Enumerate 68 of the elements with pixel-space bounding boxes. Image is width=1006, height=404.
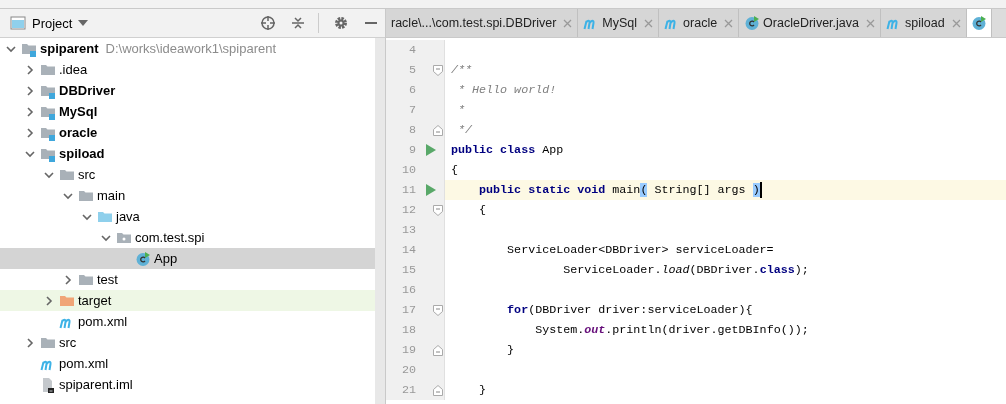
panel-icon — [10, 15, 26, 31]
code-text: /** — [451, 62, 473, 78]
tree-item[interactable]: MySql — [0, 101, 375, 122]
line-number: 21 — [386, 380, 420, 400]
tree-item[interactable]: test — [0, 269, 375, 290]
scrollbar[interactable] — [375, 38, 385, 404]
settings-icon[interactable] — [333, 15, 349, 31]
code-text: for(DBDriver driver:serviceLoader){ — [506, 302, 753, 318]
path-note: D:\works\ideawork1\spiparent — [105, 41, 277, 56]
line-number: 12 — [386, 200, 420, 220]
editor-tab[interactable] — [966, 9, 992, 37]
class-icon — [135, 250, 151, 267]
tree-item[interactable]: DBDriver — [0, 80, 375, 101]
tree-item[interactable]: pom.xml — [0, 311, 375, 332]
run-icon[interactable] — [426, 184, 436, 196]
code-text: { — [451, 162, 458, 178]
code-text: public static void main( String[] args ) — [478, 182, 760, 198]
code-text: ServiceLoader.load(DBDriver.class); — [562, 262, 809, 278]
line-number: 5 — [386, 60, 420, 80]
tree-item[interactable]: src — [0, 164, 375, 185]
panel-title[interactable]: Project — [32, 15, 73, 31]
tree-item[interactable]: spiparent.iml — [0, 374, 375, 395]
code-text: ServiceLoader<DBDriver> serviceLoader= — [506, 242, 774, 258]
code-text: System.out.println(driver.getDBInfo()); — [534, 322, 809, 338]
code-text: } — [478, 382, 487, 398]
line-number: 7 — [386, 100, 420, 120]
tree-item[interactable]: .idea — [0, 59, 375, 80]
line-number: 18 — [386, 320, 420, 340]
code-text: * Hello world! — [457, 82, 557, 98]
editor-tab[interactable]: MySql — [578, 9, 660, 37]
line-number: 14 — [386, 240, 420, 260]
editor-tab[interactable]: racle\...\com.test.spi.DBDriver — [386, 9, 579, 37]
editor-tab[interactable]: spiload — [881, 9, 967, 37]
tree-item[interactable]: target — [0, 290, 375, 311]
line-number: 10 — [386, 160, 420, 180]
tree-item[interactable]: main — [0, 185, 375, 206]
tree-item[interactable]: spiload — [0, 143, 375, 164]
line-number: 19 — [386, 340, 420, 360]
line-number: 9 — [386, 140, 420, 160]
code-text: public class App — [451, 142, 564, 158]
class-icon — [744, 15, 761, 31]
code-text: * — [457, 102, 466, 118]
tree-item[interactable]: java — [0, 206, 375, 227]
class-icon — [970, 15, 987, 31]
crosshair-icon[interactable] — [260, 15, 276, 31]
run-icon[interactable] — [426, 144, 436, 156]
line-number: 13 — [386, 220, 420, 240]
tree-item[interactable]: pom.xml — [0, 353, 375, 374]
editor-tab[interactable]: OracleDriver.java — [739, 9, 881, 37]
line-number: 16 — [386, 280, 420, 300]
line-number: 8 — [386, 120, 420, 140]
tree-item[interactable]: spiparent D:\works\ideawork1\spiparent — [0, 38, 375, 59]
code-text: */ — [457, 122, 473, 138]
collapse-icon[interactable] — [290, 15, 306, 31]
line-number: 17 — [386, 300, 420, 320]
code-text: { — [478, 202, 487, 218]
tree-item[interactable]: com.test.spi — [0, 227, 375, 248]
file-icon — [40, 376, 56, 393]
line-number: 15 — [386, 260, 420, 280]
caret-icon[interactable] — [78, 20, 89, 26]
editor-tab[interactable]: oracle — [659, 9, 740, 37]
tree-item[interactable]: src — [0, 332, 375, 353]
tree-item[interactable]: App — [0, 248, 375, 269]
tree-item[interactable]: oracle — [0, 122, 375, 143]
line-number: 4 — [386, 40, 420, 60]
line-number: 6 — [386, 80, 420, 100]
code-text: } — [506, 342, 515, 358]
line-number: 20 — [386, 360, 420, 380]
